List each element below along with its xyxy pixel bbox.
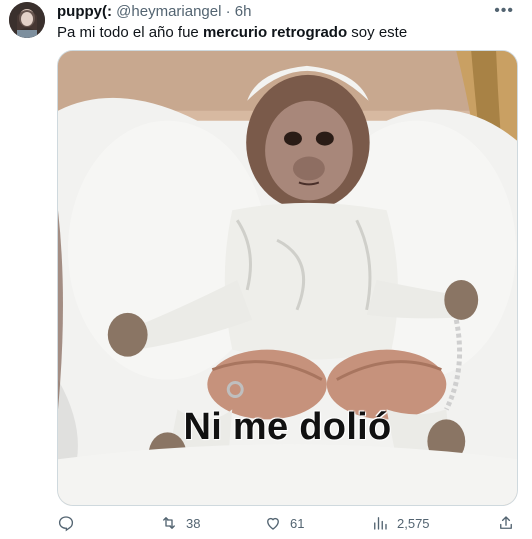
- share-button[interactable]: [497, 514, 523, 532]
- retweet-button[interactable]: 38: [160, 514, 200, 532]
- views-button[interactable]: 2,575: [371, 514, 430, 532]
- author-handle[interactable]: @heymariangel: [116, 3, 221, 20]
- tweet-text-bold: mercurio retrogrado: [202, 24, 348, 41]
- tweet-image[interactable]: Ni me dolió: [57, 50, 518, 506]
- tweet-text-start: Pa mi todo el año fue: [57, 24, 203, 41]
- retweet-count: 38: [186, 515, 201, 531]
- like-button[interactable]: 61: [264, 514, 304, 532]
- tweet-text-end: soy este: [347, 24, 408, 41]
- heart-icon: [267, 517, 279, 530]
- separator: ·: [225, 3, 231, 20]
- views-count: 2,575: [397, 515, 430, 531]
- views-icon: [374, 517, 387, 530]
- retweet-icon: [163, 517, 175, 529]
- share-icon: [500, 516, 512, 529]
- image-caption: Ni me dolió: [183, 406, 392, 448]
- action-bar: 38 61 2,575: [57, 514, 518, 536]
- reply-button[interactable]: [57, 514, 83, 532]
- avatar[interactable]: [9, 2, 45, 38]
- author-name[interactable]: puppy(:: [57, 3, 112, 20]
- tweet-header: puppy(: @heymariangel · 6h: [57, 3, 251, 21]
- reply-icon: [58, 516, 74, 532]
- tweet-text: Pa mi todo el año fue mercurio retrograd…: [57, 24, 407, 42]
- more-options-icon[interactable]: •••: [494, 2, 514, 20]
- timestamp[interactable]: 6h: [235, 3, 252, 20]
- like-count: 61: [290, 515, 305, 531]
